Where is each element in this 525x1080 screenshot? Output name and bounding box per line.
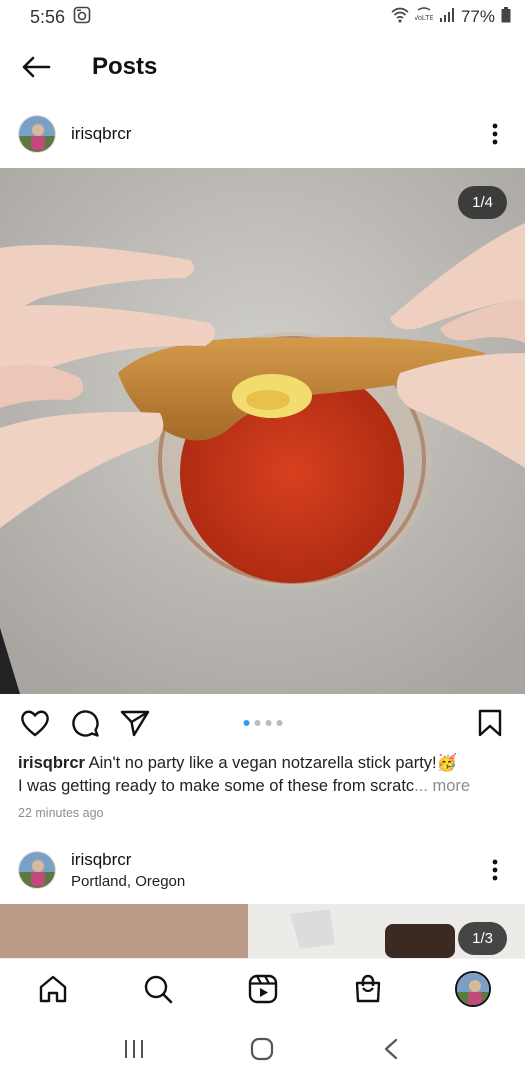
- recents-icon: [125, 1040, 144, 1058]
- bottom-nav: [0, 958, 525, 1018]
- nav-profile-button[interactable]: [447, 963, 499, 1015]
- more-vertical-icon: [492, 859, 498, 881]
- home-circle-icon: [251, 1037, 274, 1061]
- caption-more-link[interactable]: ... more: [414, 777, 470, 795]
- arrow-left-icon: [22, 56, 51, 78]
- carousel-counter: 1/4: [458, 186, 507, 219]
- carousel-counter: 1/3: [458, 922, 507, 955]
- more-vertical-icon: [492, 123, 498, 145]
- back-button[interactable]: [0, 34, 72, 100]
- carousel-dot: [265, 720, 271, 726]
- home-icon: [39, 975, 66, 1002]
- nav-search-button[interactable]: [132, 963, 184, 1015]
- signal-icon: [439, 7, 455, 27]
- more-options-button[interactable]: [483, 114, 507, 154]
- nav-shop-button[interactable]: [342, 963, 394, 1015]
- shop-icon: [355, 974, 380, 1002]
- page-title: Posts: [92, 53, 158, 80]
- avatar[interactable]: [18, 851, 56, 889]
- battery-icon: [501, 6, 511, 28]
- post-username[interactable]: irisqbrcr: [71, 124, 131, 144]
- post-actions: [0, 700, 525, 746]
- post-timestamp: 22 minutes ago: [18, 806, 104, 820]
- status-time: 5:56: [30, 6, 66, 27]
- carousel-dots: [243, 720, 282, 726]
- battery-percent: 77%: [460, 7, 495, 26]
- post-header: irisqbrcr: [0, 100, 525, 168]
- more-options-button[interactable]: [483, 850, 507, 890]
- recents-button[interactable]: [104, 1024, 164, 1074]
- status-bar: 5:56 VoLTE 77%: [0, 0, 525, 34]
- post-header: irisqbrcr Portland, Oregon: [0, 836, 525, 904]
- post-location[interactable]: Portland, Oregon: [71, 873, 185, 890]
- post-photo[interactable]: 1/3: [0, 904, 525, 958]
- chevron-left-icon: [384, 1038, 397, 1060]
- comment-button[interactable]: [68, 706, 102, 740]
- home-button[interactable]: [232, 1024, 292, 1074]
- heart-icon: [21, 710, 49, 737]
- post-photo[interactable]: 1/4: [0, 168, 525, 694]
- system-nav: [0, 1018, 525, 1080]
- carousel-dot: [276, 720, 282, 726]
- save-button[interactable]: [473, 706, 507, 740]
- carousel-dot: [254, 720, 260, 726]
- search-icon: [144, 975, 172, 1003]
- back-button[interactable]: [361, 1024, 421, 1074]
- post-caption: irisqbrcr Ain't no party like a vegan no…: [18, 752, 513, 798]
- caption-text-line2: I was getting ready to make some of thes…: [18, 777, 415, 795]
- notification-icon: [73, 6, 91, 29]
- caption-text-line1: Ain't no party like a vegan notzarella s…: [88, 754, 458, 772]
- volte-icon: VoLTE: [414, 6, 435, 28]
- svg-text:VoLTE: VoLTE: [415, 15, 433, 22]
- carousel-dot: [243, 720, 249, 726]
- nav-reels-button[interactable]: [237, 963, 289, 1015]
- comment-icon: [72, 710, 99, 737]
- bookmark-icon: [478, 709, 502, 737]
- reels-icon: [248, 974, 277, 1003]
- avatar[interactable]: [18, 115, 56, 153]
- profile-avatar: [454, 970, 491, 1007]
- top-nav: Posts: [0, 34, 525, 100]
- like-button[interactable]: [18, 706, 52, 740]
- post-username[interactable]: irisqbrcr: [71, 850, 185, 870]
- send-icon: [120, 710, 150, 737]
- caption-username[interactable]: irisqbrcr: [18, 754, 85, 772]
- nav-home-button[interactable]: [27, 963, 79, 1015]
- wifi-icon: [391, 7, 409, 28]
- share-button[interactable]: [118, 706, 152, 740]
